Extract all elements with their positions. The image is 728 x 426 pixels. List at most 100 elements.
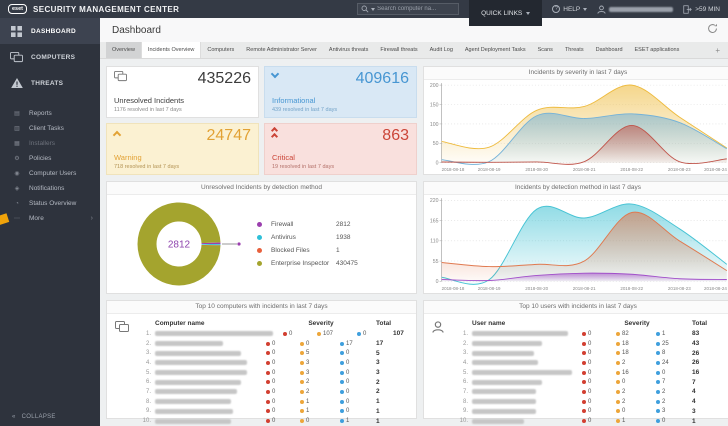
quick-links-label: QUICK LINKS <box>481 9 523 17</box>
tab-firewall-threats[interactable]: Firewall threats <box>374 42 423 58</box>
severity-count: 0 <box>283 331 317 337</box>
table-row[interactable]: 2. 0 0 17 17 <box>139 339 410 349</box>
table-row[interactable]: 5. 0 16 0 16 <box>456 368 726 378</box>
sidebar-item-notifications[interactable]: ◈ Notifications <box>0 181 100 196</box>
search-input[interactable] <box>377 6 456 12</box>
svg-text:200: 200 <box>430 83 439 89</box>
row-rank: 6. <box>145 379 151 386</box>
card-warning[interactable]: 24747 Warning 718 resolved in last 7 day… <box>106 123 259 175</box>
search-box[interactable] <box>357 3 460 15</box>
reports-icon: ▤ <box>14 111 20 117</box>
sidebar-item-label: Status Overview <box>29 200 77 207</box>
sidebar-item-threats[interactable]: THREATS <box>0 70 100 96</box>
severity-dot-icon <box>582 389 586 394</box>
svg-text:2018-08-24: 2018-08-24 <box>704 167 727 172</box>
sidebar-item-reports[interactable]: ▤ Reports <box>0 106 100 121</box>
table-row[interactable]: 4. 0 2 24 26 <box>456 358 726 368</box>
table-row[interactable]: 10. 0 1 0 1 <box>456 416 726 426</box>
tab-scans[interactable]: Scans <box>532 42 559 58</box>
card-informational[interactable]: 409616 Informational 439 resolved in las… <box>264 66 417 118</box>
severity-count: 17 <box>340 341 376 347</box>
row-rank: 2. <box>462 340 468 347</box>
severity-count: 2 <box>616 360 656 366</box>
sidebar-item-client-tasks[interactable]: ▥ Client Tasks <box>0 121 100 136</box>
sidebar-item-installers[interactable]: ▦ Installers <box>0 136 100 151</box>
tab-overview[interactable]: Overview <box>106 42 141 58</box>
user-menu[interactable] <box>597 5 674 14</box>
tab-incidents-overview[interactable]: Incidents Overview <box>140 42 202 58</box>
refresh-button[interactable] <box>707 21 718 39</box>
card-critical[interactable]: 863 Critical 19 resolved in last 7 days <box>264 123 417 175</box>
svg-text:0: 0 <box>436 161 439 167</box>
severity-count: 0 <box>582 350 616 356</box>
table-row[interactable]: 3. 0 18 8 26 <box>456 348 726 358</box>
severity-dot-icon <box>616 370 620 375</box>
table-row[interactable]: 9. 0 0 3 3 <box>456 407 726 417</box>
svg-text:220: 220 <box>430 198 439 204</box>
sidebar-item-more[interactable]: ⋯ More › <box>0 211 100 226</box>
card-unresolved-incidents[interactable]: 435226 Unresolved Incidents 1176 resolve… <box>106 66 259 118</box>
severity-count: 0 <box>266 370 300 376</box>
tab-threats[interactable]: Threats <box>559 42 590 58</box>
svg-text:2018-08-21: 2018-08-21 <box>573 167 596 172</box>
table-row[interactable]: 2. 0 18 25 43 <box>456 339 726 349</box>
card-subtext: 718 resolved in last 7 days <box>114 164 180 170</box>
user-name-redacted <box>472 370 572 376</box>
svg-text:100: 100 <box>430 122 439 128</box>
severity-dot-icon <box>300 419 304 424</box>
tab-eset-applications[interactable]: ESET applications <box>629 42 686 58</box>
svg-text:150: 150 <box>430 102 439 108</box>
severity-dot-icon <box>340 389 344 394</box>
severity-dot-icon <box>266 380 270 385</box>
severity-dot-icon <box>300 341 304 346</box>
row-total: 5 <box>376 349 380 357</box>
status-overview-icon: ◔ <box>15 200 19 207</box>
help-label: HELP <box>563 5 581 13</box>
sidebar-item-label: DASHBOARD <box>31 27 76 35</box>
table-row[interactable]: 8. 0 2 2 4 <box>456 397 726 407</box>
tab-agent-deployment-tasks[interactable]: Agent Deployment Tasks <box>459 42 532 58</box>
help-icon: ? <box>552 5 561 13</box>
table-row[interactable]: 7. 0 2 2 4 <box>456 387 726 397</box>
table-row[interactable]: 8. 0 1 0 1 <box>139 397 410 407</box>
quick-links-menu[interactable]: QUICK LINKS <box>469 0 543 26</box>
severity-count: 2 <box>656 389 692 395</box>
collapse-button[interactable]: « COLLAPSE <box>12 414 56 420</box>
severity-dot-icon <box>300 351 304 356</box>
table-row[interactable]: 1. 0 82 1 83 <box>456 329 726 339</box>
table-row[interactable]: 1. 0 107 0 107 <box>139 329 410 339</box>
table-row[interactable]: 6. 0 0 7 7 <box>456 377 726 387</box>
severity-count: 0 <box>266 350 300 356</box>
sidebar-item-computer-users[interactable]: ◉ Computer Users <box>0 166 100 181</box>
add-dashboard-button[interactable]: + <box>715 42 720 58</box>
legend-dot <box>257 235 262 240</box>
tab-computers[interactable]: Computers <box>201 42 240 58</box>
card-value: 24747 <box>206 127 252 144</box>
search-type-caret-icon[interactable] <box>371 7 376 11</box>
tab-dashboard[interactable]: Dashboard <box>590 42 629 58</box>
table-row[interactable]: 9. 0 1 0 1 <box>139 407 410 417</box>
svg-text:2018-08-24: 2018-08-24 <box>704 286 727 291</box>
tab-remote-administrator-server[interactable]: Remote Administrator Server <box>240 42 323 58</box>
severity-count: 3 <box>300 360 340 366</box>
row-total: 107 <box>393 330 404 338</box>
tab-audit-log[interactable]: Audit Log <box>424 42 459 58</box>
search-icon <box>361 5 369 13</box>
page-title: Dashboard <box>112 24 161 36</box>
tab-antivirus-threats[interactable]: Antivirus threats <box>323 42 374 58</box>
svg-text:2018-08-23: 2018-08-23 <box>668 286 691 291</box>
table-row[interactable]: 4. 0 3 0 3 <box>139 358 410 368</box>
sidebar-item-computers[interactable]: COMPUTERS <box>0 44 100 70</box>
table-row[interactable]: 6. 0 2 0 2 <box>139 377 410 387</box>
table-row[interactable]: 7. 0 2 0 2 <box>139 387 410 397</box>
table-row[interactable]: 10. 0 0 1 1 <box>139 416 410 426</box>
help-menu[interactable]: ? HELP <box>552 5 588 13</box>
table-row[interactable]: 5. 0 3 0 3 <box>139 368 410 378</box>
table-row[interactable]: 3. 0 5 0 5 <box>139 348 410 358</box>
sidebar-item-dashboard[interactable]: DASHBOARD <box>0 18 100 44</box>
sidebar-item-policies[interactable]: ⚙ Policies <box>0 151 100 166</box>
sidebar-item-status-overview[interactable]: ◔ Status Overview <box>0 196 100 211</box>
severity-count: 0 <box>582 360 616 366</box>
computer-name-redacted <box>155 379 241 385</box>
session-timer[interactable]: >59 MIN <box>683 4 720 14</box>
